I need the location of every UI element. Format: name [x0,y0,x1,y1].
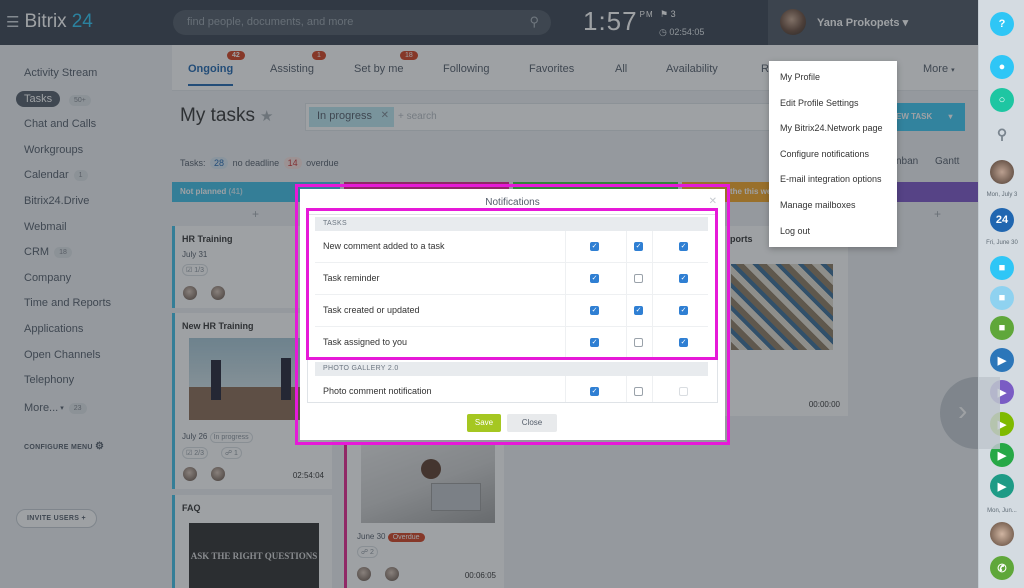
checkbox-push[interactable] [634,387,643,396]
search-icon[interactable]: ⚲ [990,122,1014,146]
close-button[interactable]: Close [507,414,557,432]
divider [652,376,653,402]
menu-item-edit-profile[interactable]: Edit Profile Settings [780,98,859,108]
menu-item-manage-mailboxes[interactable]: Manage mailboxes [780,200,856,210]
rail-date-label: Fri, June 30 [986,240,1018,246]
highlight-frame [306,208,718,360]
divider [565,376,566,402]
chat-icon[interactable]: ○ [990,88,1014,112]
close-icon[interactable]: ✕ [709,196,717,207]
row-label: Photo comment notification [323,386,432,396]
menu-item-log-out[interactable]: Log out [780,226,810,236]
menu-item-my-profile[interactable]: My Profile [780,72,820,82]
lock-icon[interactable]: ■ [990,286,1014,310]
rail-date-label: Mon, Jun... [987,508,1017,514]
help-icon[interactable]: ? [990,12,1014,36]
dialog-title: Notifications [485,197,540,208]
menu-item-network-page[interactable]: My Bitrix24.Network page [780,123,883,133]
contact-avatar[interactable] [990,160,1014,184]
divider [626,376,627,402]
lock-icon[interactable]: ■ [990,316,1014,340]
contact-avatar[interactable] [990,522,1014,546]
menu-item-configure-notifications[interactable]: Configure notifications [780,149,869,159]
section-header: PHOTO GALLERY 2.0 [315,362,708,376]
user-dropdown-menu: My Profile Edit Profile Settings My Bitr… [769,61,897,247]
megaphone-icon[interactable]: ▶ [990,474,1014,498]
phone-icon[interactable]: ✆ [990,556,1014,580]
notification-row: Photo comment notification ✓ [315,376,708,402]
megaphone-icon[interactable]: ▶ [990,348,1014,372]
day-counter[interactable]: 24 [990,208,1014,232]
rail-date-label: Mon, July 3 [986,192,1018,198]
checkbox-site[interactable] [679,387,688,396]
menu-item-email-integration[interactable]: E-mail integration options [780,174,882,184]
lock-icon[interactable]: ■ [990,256,1014,280]
right-rail: ? ● ○ ⚲ Mon, July 3 24 Fri, June 30 ■ ■ … [978,0,1024,588]
save-button[interactable]: Save [467,414,501,432]
checkbox-email[interactable]: ✓ [590,387,599,396]
bell-icon[interactable]: ● [990,55,1014,79]
